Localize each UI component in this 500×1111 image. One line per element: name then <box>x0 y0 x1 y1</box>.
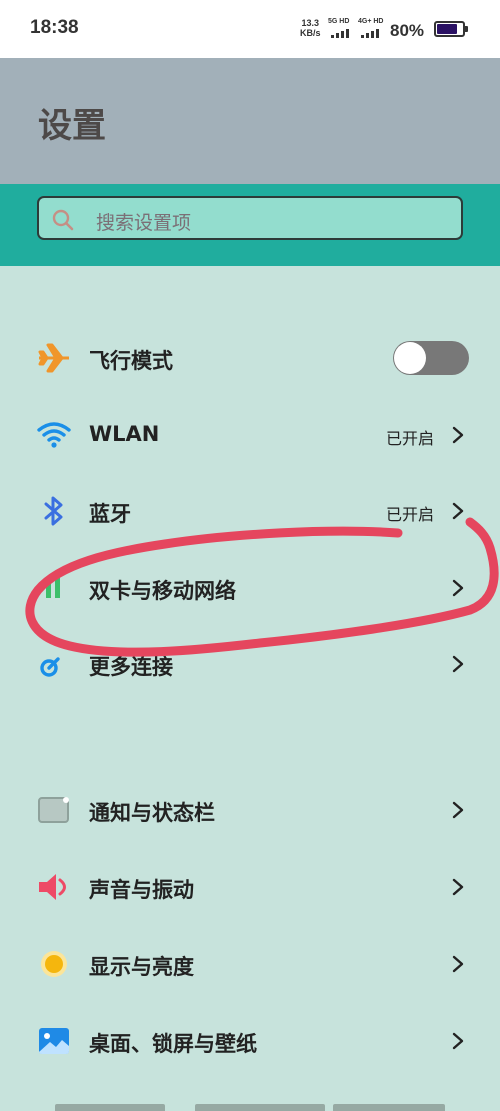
settings-item-display[interactable]: 显示与亮度 <box>0 934 500 994</box>
chevron-right-icon <box>452 655 464 673</box>
more-connections-icon <box>40 657 60 677</box>
wlan-status: 已开启 <box>385 429 434 448</box>
settings-item-sound[interactable]: 声音与振动 <box>0 857 500 917</box>
battery-percent: 80% <box>390 21 425 40</box>
chevron-right-icon <box>452 579 464 597</box>
settings-item-label: 蓝牙 <box>89 502 131 526</box>
bluetooth-icon <box>44 496 63 526</box>
header: 设置 <box>0 58 500 184</box>
wifi-icon <box>37 422 71 448</box>
settings-item-bluetooth[interactable]: 蓝牙 已开启 <box>0 481 500 541</box>
search-input[interactable]: 搜索设置项 <box>37 196 463 240</box>
sound-icon <box>39 874 66 900</box>
settings-item-label: 显示与亮度 <box>89 955 194 979</box>
page-title: 设置 <box>38 106 106 146</box>
sim1-signal-icon: 5G HD <box>328 18 354 40</box>
wallpaper-icon <box>39 1028 69 1054</box>
settings-item-dual-sim[interactable]: 双卡与移动网络 <box>0 558 500 618</box>
chevron-right-icon <box>452 801 464 819</box>
settings-item-notifications[interactable]: 通知与状态栏 <box>0 780 500 840</box>
sim2-signal-icon: 4G+ HD <box>358 18 384 40</box>
sim-card-icon <box>46 577 60 598</box>
airplane-icon <box>38 343 69 373</box>
settings-item-wlan[interactable]: WLAN 已开启 <box>0 405 500 465</box>
battery-icon <box>434 21 468 37</box>
bottom-tabs-strip <box>0 1104 500 1111</box>
settings-item-label: 桌面、锁屏与壁纸 <box>89 1032 257 1056</box>
chevron-right-icon <box>452 502 464 520</box>
chevron-right-icon <box>452 426 464 444</box>
settings-item-label: 双卡与移动网络 <box>89 579 236 603</box>
toggle-knob <box>394 342 426 374</box>
search-bar: 搜索设置项 <box>0 184 500 266</box>
status-bar: 18:38 13.3 KB/s 5G HD 4G+ HD 80% <box>0 0 500 58</box>
settings-item-airplane-mode[interactable]: 飞行模式 <box>0 328 500 388</box>
search-placeholder: 搜索设置项 <box>96 212 192 234</box>
notification-icon <box>38 797 69 823</box>
battery-level <box>437 24 457 34</box>
settings-item-wallpaper[interactable]: 桌面、锁屏与壁纸 <box>0 1011 500 1071</box>
status-time: 18:38 <box>30 17 79 38</box>
settings-list: 飞行模式 WLAN 已开启 蓝牙 已开启 双卡与移动网络 更多连接 通知与状态栏… <box>0 266 500 1111</box>
settings-item-label: 飞行模式 <box>89 349 173 373</box>
brightness-icon <box>41 951 67 977</box>
settings-item-label: 通知与状态栏 <box>89 801 215 825</box>
settings-item-label: 声音与振动 <box>89 878 194 902</box>
bluetooth-status: 已开启 <box>385 505 434 524</box>
airplane-mode-toggle[interactable] <box>393 341 469 375</box>
search-icon <box>52 209 74 231</box>
chevron-right-icon <box>452 955 464 973</box>
chevron-right-icon <box>452 878 464 896</box>
chevron-right-icon <box>452 1032 464 1050</box>
settings-item-more-connections[interactable]: 更多连接 <box>0 634 500 694</box>
network-speed: 13.3 KB/s <box>300 18 321 38</box>
settings-item-label: WLAN <box>89 422 160 446</box>
settings-item-label: 更多连接 <box>89 655 173 679</box>
